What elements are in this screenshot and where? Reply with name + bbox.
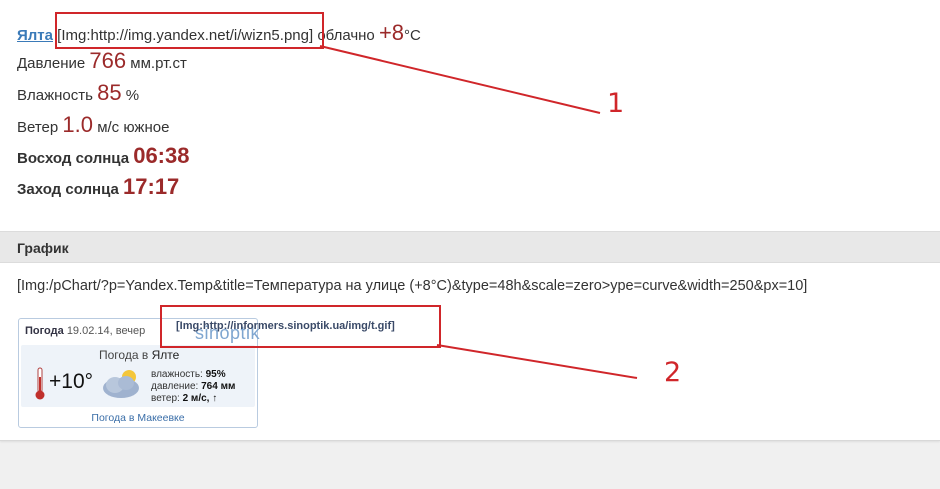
widget-wind-value: 2 м/с, ↑ xyxy=(182,393,218,404)
temperature-value: +8 xyxy=(378,20,405,45)
widget-body: Погода в Ялте +10° влажность: 95% давлен… xyxy=(21,345,255,407)
wind-line: Ветер 1.0 м/с южное xyxy=(17,112,169,138)
widget-pressure-value: 764 мм xyxy=(201,381,236,392)
humidity-label: Влажность xyxy=(17,87,93,104)
wind-unit: м/с южное xyxy=(97,119,170,136)
graph-section-title: График xyxy=(17,240,69,256)
sunset-label: Заход солнца xyxy=(17,181,119,198)
wind-label: Ветер xyxy=(17,119,59,136)
sunrise-line: Восход солнца 06:38 xyxy=(17,143,189,169)
weather-panel: Ялта [Img:http://img.yandex.net/i/wizn5.… xyxy=(0,0,940,441)
annotation-box-2 xyxy=(160,305,441,348)
sunset-value: 17:17 xyxy=(123,174,180,199)
pressure-label: Давление xyxy=(17,55,86,72)
widget-temperature: +10° xyxy=(49,370,94,393)
annotation-label-1: 1 xyxy=(607,88,625,119)
widget-header-date: 19.02.14, вечер xyxy=(66,325,146,337)
widget-header: Погода 19.02.14, вечер xyxy=(25,325,145,337)
humidity-line: Влажность 85 % xyxy=(17,80,139,106)
graph-section-header: График xyxy=(0,231,940,263)
thermometer-icon xyxy=(35,367,45,400)
wind-value: 1.0 xyxy=(62,112,94,137)
widget-humidity-value: 95% xyxy=(205,369,226,380)
sunrise-value: 06:38 xyxy=(133,143,190,168)
widget-humidity-label: влажность: xyxy=(151,369,203,380)
widget-header-label: Погода xyxy=(25,325,64,337)
pressure-unit: мм.рт.ст xyxy=(130,55,187,72)
humidity-value: 85 xyxy=(97,80,122,105)
humidity-unit: % xyxy=(125,87,140,104)
annotation-label-2: 2 xyxy=(664,357,682,388)
widget-title-prefix: Погода в xyxy=(99,348,149,362)
temperature-unit: °C xyxy=(404,27,421,44)
widget-footer-link[interactable]: Погода в Макеевке xyxy=(19,412,257,424)
cloudy-weather-icon xyxy=(103,370,139,398)
sunset-line: Заход солнца 17:17 xyxy=(17,174,179,200)
pressure-value: 766 xyxy=(89,48,127,73)
chart-image-placeholder: [Img:/pChart/?p=Yandex.Temp&title=Темпер… xyxy=(17,278,808,294)
pressure-line: Давление 766 мм.рт.ст xyxy=(17,48,187,74)
widget-pressure-label: давление: xyxy=(151,381,199,392)
widget-title-city: Ялте xyxy=(151,348,180,362)
city-link[interactable]: Ялта xyxy=(17,27,53,44)
sunrise-label: Восход солнца xyxy=(17,150,130,167)
widget-wind-label: ветер: xyxy=(151,393,180,404)
widget-title[interactable]: Погода в Ялте xyxy=(99,348,179,362)
condition-text: облачно xyxy=(317,27,375,44)
widget-stats: влажность: 95% давление: 764 мм ветер: 2… xyxy=(151,369,235,405)
annotation-box-1 xyxy=(55,12,324,49)
